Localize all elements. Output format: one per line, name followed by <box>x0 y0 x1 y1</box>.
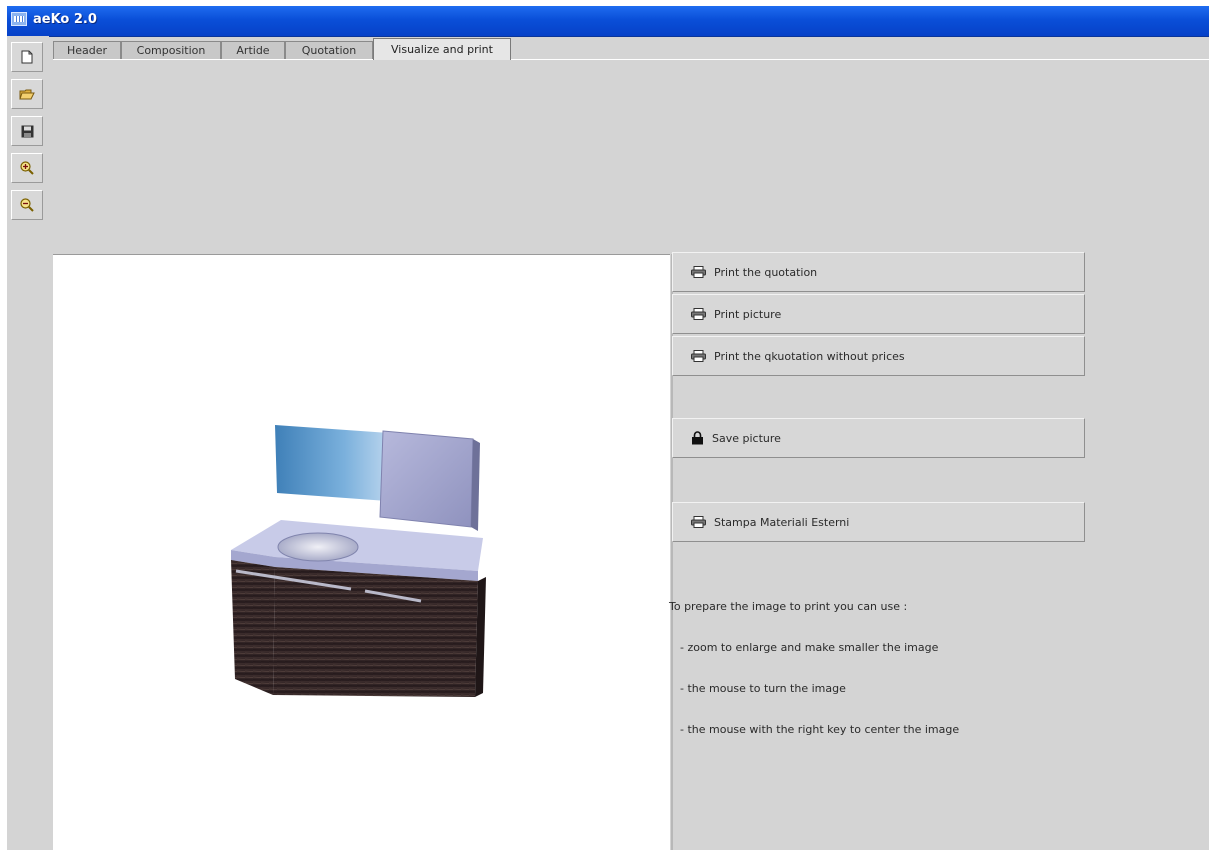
print-without-prices-label: Print the qkuotation without prices <box>714 349 905 363</box>
open-folder-icon <box>19 87 35 101</box>
save-picture-label: Save picture <box>712 431 781 445</box>
tab-strip: Header Composition Artide Quotation Visu… <box>53 38 1209 60</box>
print-picture-label: Print picture <box>714 307 782 321</box>
print-quotation-label: Print the quotation <box>714 265 818 279</box>
lock-icon <box>691 431 704 445</box>
print-quotation-without-prices-button[interactable]: Print the qkuotation without prices <box>672 336 1085 376</box>
help-intro: To prepare the image to print you can us… <box>669 600 908 613</box>
app-window: aeKo 2.0 Header Composition Artide Quota… <box>7 6 1209 850</box>
printer-icon <box>691 308 706 320</box>
zoom-out-button[interactable] <box>11 190 43 220</box>
new-button[interactable] <box>11 42 43 72</box>
tab-article[interactable]: Artide <box>221 41 285 59</box>
window-title: aeKo 2.0 <box>33 12 97 27</box>
save-picture-button[interactable]: Save picture <box>672 418 1085 458</box>
print-quotation-button[interactable]: Print the quotation <box>672 252 1085 292</box>
print-external-materials-label: Stampa Materiali Esterni <box>714 515 850 529</box>
print-external-materials-button[interactable]: Stampa Materiali Esterni <box>672 502 1085 542</box>
bathroom-furniture-render <box>231 425 486 697</box>
zoom-in-icon <box>20 161 34 175</box>
save-button[interactable] <box>11 116 43 146</box>
app-icon <box>11 12 27 26</box>
help-line-turn: - the mouse to turn the image <box>680 682 846 695</box>
help-line-center: - the mouse with the right key to center… <box>680 723 960 736</box>
tab-composition[interactable]: Composition <box>121 41 221 59</box>
title-bar[interactable]: aeKo 2.0 <box>7 6 1209 37</box>
printer-icon <box>691 350 706 362</box>
printer-icon <box>691 266 706 278</box>
3d-preview-viewport[interactable] <box>53 254 670 850</box>
tab-visualize-and-print[interactable]: Visualize and print <box>373 38 511 60</box>
zoom-out-icon <box>20 198 34 212</box>
zoom-in-button[interactable] <box>11 153 43 183</box>
printer-icon <box>691 516 706 528</box>
help-line-zoom: - zoom to enlarge and make smaller the i… <box>680 641 939 654</box>
tab-quotation[interactable]: Quotation <box>285 41 373 59</box>
tab-header[interactable]: Header <box>53 41 121 59</box>
open-button[interactable] <box>11 79 43 109</box>
tab-divider <box>53 59 1209 60</box>
print-picture-button[interactable]: Print picture <box>672 294 1085 334</box>
save-disk-icon <box>21 125 34 138</box>
vertical-toolbar <box>7 36 49 850</box>
new-document-icon <box>21 50 33 64</box>
